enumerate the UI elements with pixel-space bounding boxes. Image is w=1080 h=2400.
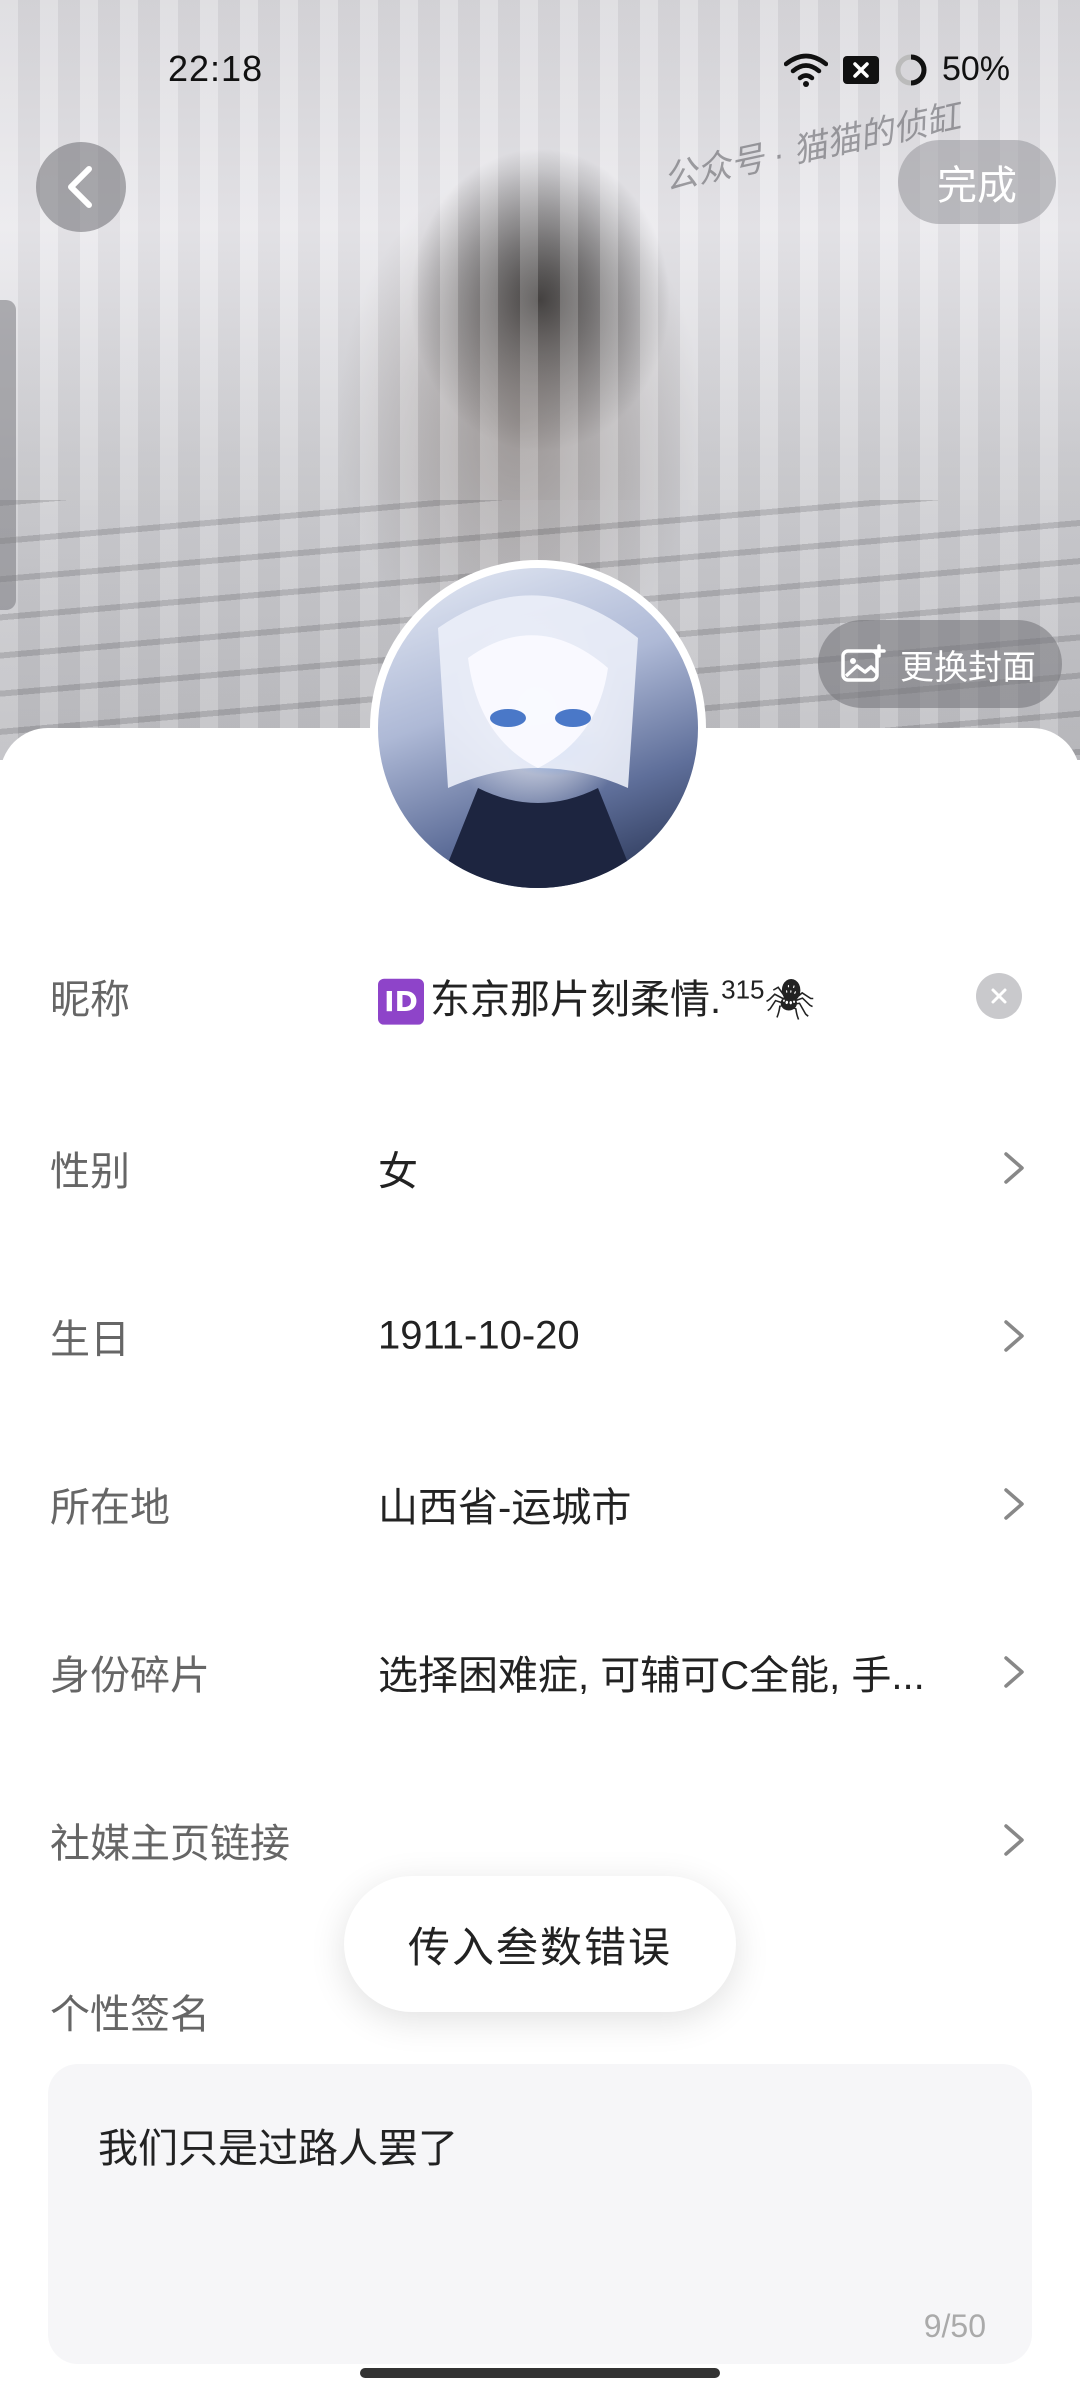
signature-textarea[interactable]: 我们只是过路人罢了 9/50 xyxy=(48,2064,1032,2364)
error-toast: 传入叁数错误 xyxy=(344,1876,736,2012)
nickname-value[interactable]: ID 东京那片刻柔情.315🕷 xyxy=(378,967,816,1026)
nickname-row[interactable]: 昵称 ID 东京那片刻柔情.315🕷 xyxy=(0,912,1080,1080)
sim-off-icon xyxy=(842,55,879,84)
side-drawer-handle[interactable] xyxy=(0,300,16,610)
identity-fragments-label: 身份碎片 xyxy=(50,1654,210,1698)
chevron-left-icon xyxy=(68,166,92,208)
chevron-right-icon xyxy=(1004,1320,1024,1352)
gender-value: 女 xyxy=(378,1150,418,1194)
wifi-icon xyxy=(783,53,828,87)
clear-nickname-button[interactable] xyxy=(976,973,1022,1019)
close-icon xyxy=(991,988,1007,1004)
identity-fragments-value: 选择困难症, 可辅可C全能, 手... xyxy=(378,1654,925,1698)
spider-emoji: 🕷 xyxy=(764,977,816,1022)
back-button[interactable] xyxy=(36,142,126,232)
chevron-right-icon xyxy=(1004,1488,1024,1520)
identity-fragments-row[interactable]: 身份碎片 选择困难症, 可辅可C全能, 手... xyxy=(0,1588,1080,1756)
gender-row[interactable]: 性别 女 xyxy=(0,1084,1080,1252)
nickname-label: 昵称 xyxy=(50,978,130,1022)
nickname-text: 东京那片刻柔情. xyxy=(430,977,722,1022)
birthday-label: 生日 xyxy=(50,1318,130,1362)
birthday-value: 1911-10-20 xyxy=(378,1313,580,1358)
id-badge: ID xyxy=(378,979,424,1026)
location-row[interactable]: 所在地 山西省-运城市 xyxy=(0,1420,1080,1588)
battery-percent: 50% xyxy=(941,50,1010,88)
social-link-label: 社媒主页链接 xyxy=(50,1822,290,1866)
avatar-illustration xyxy=(438,595,638,888)
signature-text: 我们只是过路人罢了 xyxy=(98,2127,458,2171)
chevron-right-icon xyxy=(1004,1152,1024,1184)
change-cover-button[interactable]: 更换封面 xyxy=(818,620,1062,708)
status-icons: 50% xyxy=(783,50,1010,89)
change-cover-label: 更换封面 xyxy=(900,648,1036,687)
status-time: 22:18 xyxy=(168,48,264,89)
location-label: 所在地 xyxy=(50,1486,170,1530)
signature-char-count: 9/50 xyxy=(923,2308,986,2344)
chevron-right-icon xyxy=(1004,1656,1024,1688)
avatar[interactable] xyxy=(370,560,706,896)
signature-label: 个性签名 xyxy=(50,1993,210,2037)
battery-ring-icon xyxy=(895,54,927,85)
birthday-row[interactable]: 生日 1911-10-20 xyxy=(0,1252,1080,1420)
location-value: 山西省-运城市 xyxy=(378,1486,632,1530)
chevron-right-icon xyxy=(1004,1824,1024,1856)
home-indicator[interactable] xyxy=(360,2368,720,2378)
nickname-superscript: 315 xyxy=(721,974,765,1005)
gender-label: 性别 xyxy=(50,1150,130,1194)
image-add-icon xyxy=(841,644,886,682)
done-button[interactable]: 完成 xyxy=(898,140,1056,224)
